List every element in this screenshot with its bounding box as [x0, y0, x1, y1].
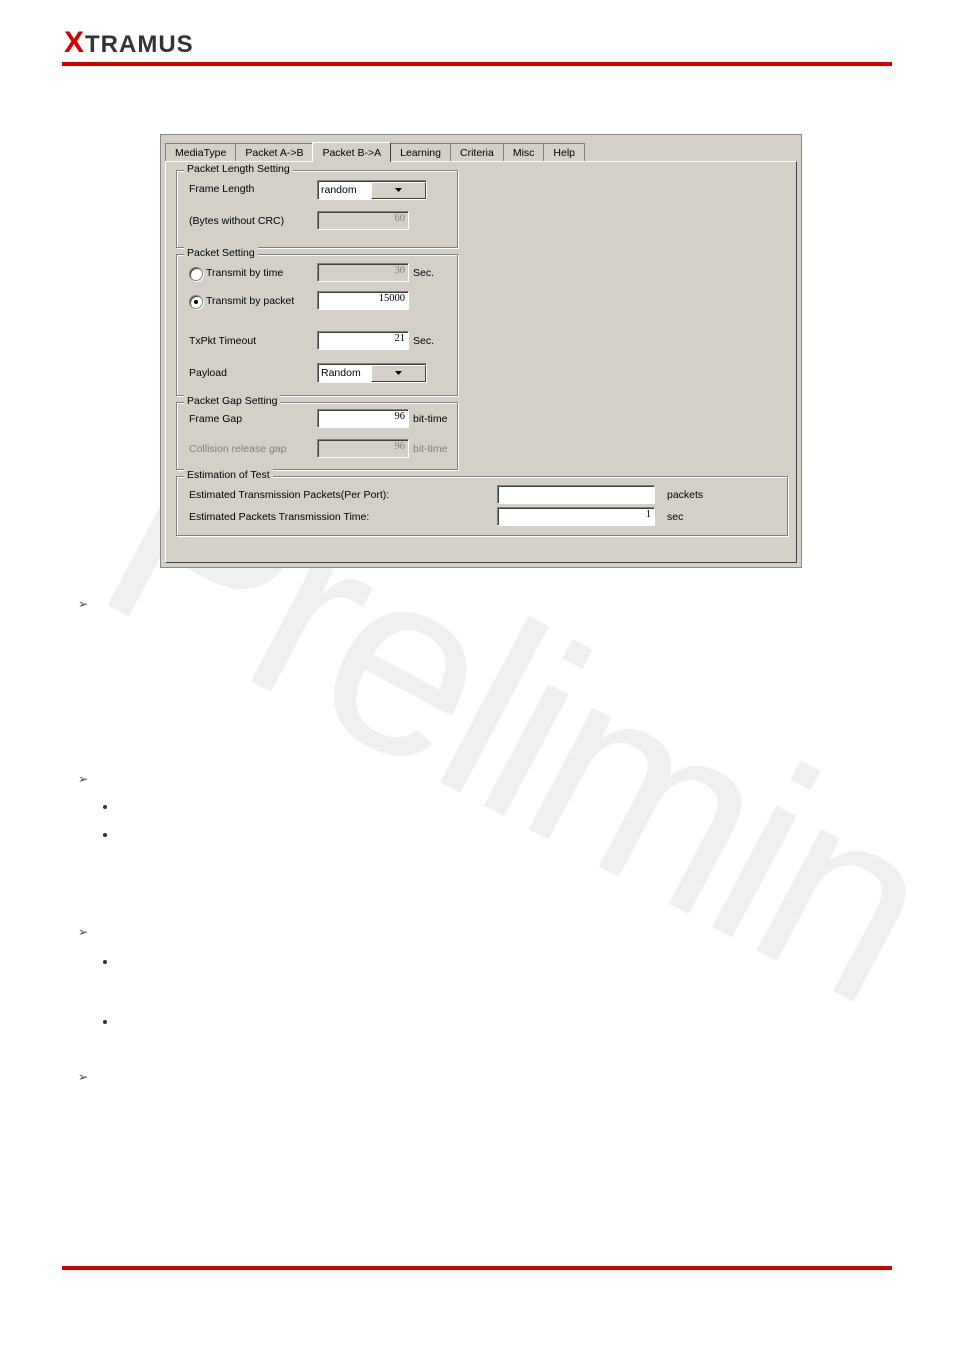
transmit-by-time-input: 30	[317, 263, 409, 282]
collision-input: 96	[317, 439, 409, 458]
dot-bullet-icon	[103, 960, 107, 964]
collision-label: Collision release gap	[189, 443, 286, 455]
group-title: Estimation of Test	[184, 469, 273, 481]
chevron-down-icon	[371, 182, 426, 199]
frame-gap-label: Frame Gap	[189, 413, 242, 425]
group-title: Packet Setting	[184, 247, 258, 259]
radio-transmit-by-time[interactable]	[189, 267, 203, 281]
group-title: Packet Gap Setting	[184, 395, 280, 407]
tab-packet-a-b[interactable]: Packet A->B	[235, 143, 313, 161]
dot-bullet-icon	[103, 833, 107, 837]
radio-transmit-by-packet[interactable]	[189, 295, 203, 309]
footer-divider	[62, 1266, 892, 1270]
dialog-window: MediaType Packet A->B Packet B->A Learni…	[160, 134, 802, 568]
group-packet-gap: Packet Gap Setting Frame Gap 96 bit-time…	[176, 402, 458, 470]
tab-criteria[interactable]: Criteria	[450, 143, 504, 161]
payload-combo[interactable]: Random	[317, 363, 427, 383]
dot-bullet-icon	[103, 805, 107, 809]
logo-rest: TRAMUS	[85, 31, 194, 58]
bit-time-unit: bit-time	[413, 413, 447, 425]
tab-help[interactable]: Help	[543, 143, 585, 161]
tab-pane: Packet Length Setting Frame Length rando…	[165, 161, 797, 563]
bytes-input: 60	[317, 211, 409, 230]
transmit-by-packet-input[interactable]: 15000	[317, 291, 409, 310]
group-packet-setting: Packet Setting Transmit by time 30 Sec. …	[176, 254, 458, 396]
header-divider	[62, 62, 892, 66]
bit-time-unit: bit-time	[413, 443, 447, 455]
dot-bullet-icon	[103, 1020, 107, 1024]
tab-mediatype[interactable]: MediaType	[165, 143, 236, 161]
frame-length-combo[interactable]: random	[317, 180, 427, 200]
group-estimation: Estimation of Test Estimated Transmissio…	[176, 476, 788, 536]
bytes-label: (Bytes without CRC)	[189, 215, 284, 227]
frame-length-value: random	[318, 184, 371, 196]
payload-label: Payload	[189, 367, 227, 379]
est-time-label: Estimated Packets Transmission Time:	[189, 511, 369, 523]
tab-learning[interactable]: Learning	[390, 143, 451, 161]
sec-unit: sec	[667, 511, 683, 523]
est-packets-label: Estimated Transmission Packets(Per Port)…	[189, 489, 389, 501]
est-packets-value	[497, 485, 655, 504]
group-title: Packet Length Setting	[184, 163, 293, 175]
group-packet-length: Packet Length Setting Frame Length rando…	[176, 170, 458, 248]
est-time-value: 1	[497, 507, 655, 526]
arrow-bullet-icon: ➢	[78, 772, 88, 786]
packets-unit: packets	[667, 489, 703, 501]
frame-gap-input[interactable]: 96	[317, 409, 409, 428]
chevron-down-icon	[371, 365, 426, 382]
transmit-by-packet-label: Transmit by packet	[206, 295, 294, 307]
logo-x: X	[64, 26, 85, 59]
arrow-bullet-icon: ➢	[78, 1070, 88, 1084]
payload-value: Random	[318, 367, 371, 379]
timeout-label: TxPkt Timeout	[189, 335, 256, 347]
transmit-by-time-label: Transmit by time	[206, 267, 283, 279]
timeout-input[interactable]: 21	[317, 331, 409, 350]
sec-unit: Sec.	[413, 267, 434, 279]
logo: XTRAMUS	[64, 26, 194, 60]
frame-length-label: Frame Length	[189, 183, 254, 195]
tab-packet-b-a[interactable]: Packet B->A	[312, 142, 391, 162]
tab-misc[interactable]: Misc	[503, 143, 545, 161]
arrow-bullet-icon: ➢	[78, 925, 88, 939]
tab-bar: MediaType Packet A->B Packet B->A Learni…	[165, 139, 584, 161]
arrow-bullet-icon: ➢	[78, 597, 88, 611]
sec-unit: Sec.	[413, 335, 434, 347]
